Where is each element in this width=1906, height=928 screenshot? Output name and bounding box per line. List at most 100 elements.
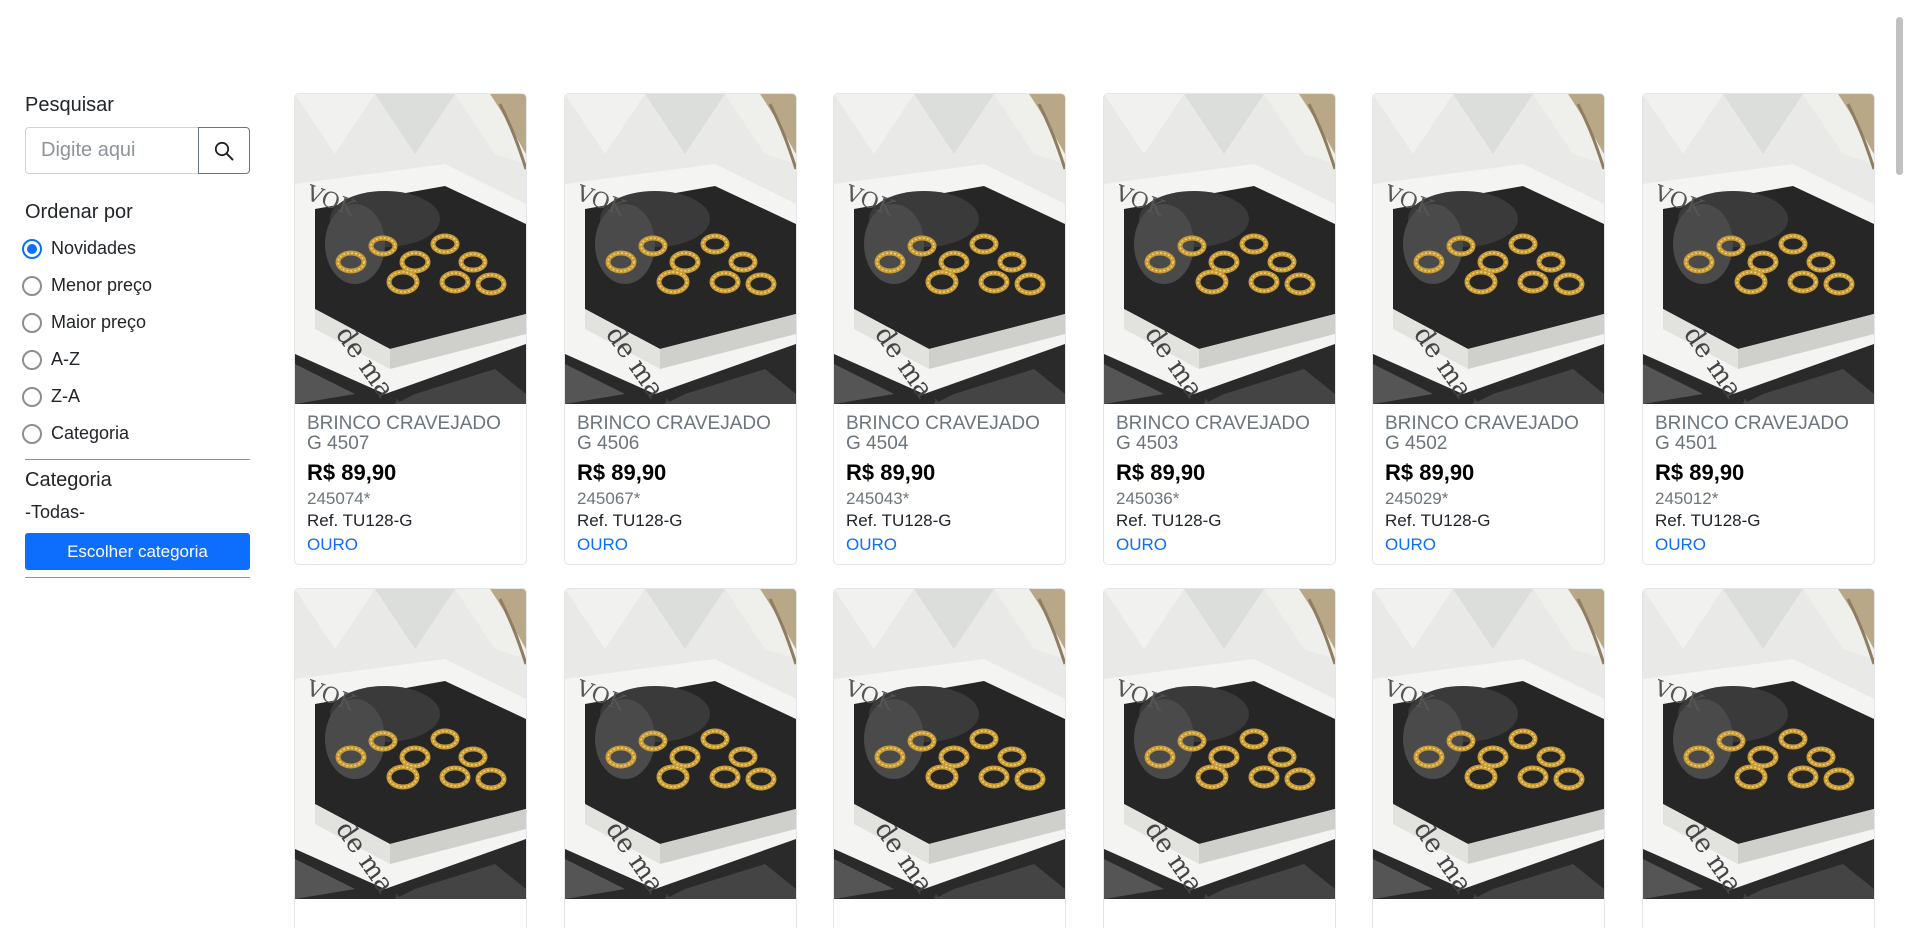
product-material-link[interactable]: OURO	[1116, 532, 1323, 558]
product-name: BRINCO CRAVEJADO G 4507	[307, 413, 501, 454]
product-image[interactable]: de ma vie VOK	[1104, 94, 1335, 404]
product-image[interactable]: de ma vie VOK	[1643, 94, 1874, 404]
product-card[interactable]: de ma vie VOK BRINCO CRAVEJADO G 4501 R$ …	[1642, 93, 1875, 565]
product-photo-icon: de ma vie VOK	[1373, 589, 1604, 899]
product-price: R$ 89,90	[1655, 460, 1745, 485]
search-button[interactable]	[198, 127, 250, 174]
order-options: Novidades Menor preço Maior preço A-Z Z-A Cat…	[22, 230, 250, 452]
product-photo-icon: de ma vie VOK	[295, 94, 526, 404]
product-price: R$ 89,90	[1385, 460, 1475, 485]
product-material-link[interactable]: OURO	[1655, 532, 1862, 558]
product-image[interactable]: de ma vie VOK	[565, 589, 796, 899]
product-info: BRINCO CRAVEJADO G 4507 R$ 89,90 245074* Re…	[295, 404, 526, 558]
product-material-link[interactable]: OURO	[577, 532, 784, 558]
category-title: Categoria	[25, 469, 112, 491]
product-info: BRINCO CRAVEJADO G 4502 R$ 89,90 245029* Re…	[1373, 404, 1604, 558]
product-card[interactable]: de ma vie VOK BRINCO CRAVEJADO G 4503 R$ …	[1103, 93, 1336, 565]
product-name: BRINCO CRAVEJADO G 4506	[577, 413, 771, 454]
product-info: BRINCO CRAVEJADO G 4503 R$ 89,90 245036* Re…	[1104, 404, 1335, 558]
radio-button[interactable]	[22, 423, 42, 444]
order-option-4[interactable]: Z-A	[22, 378, 250, 415]
order-option-label: Menor preço	[51, 275, 153, 295]
scrollbar-thumb[interactable]	[1896, 17, 1903, 175]
product-image[interactable]: de ma vie VOK	[1104, 589, 1335, 899]
search-group	[25, 127, 250, 174]
product-price: R$ 89,90	[846, 460, 936, 485]
product-card[interactable]: de ma vie VOK	[294, 588, 527, 928]
product-photo-icon: de ma vie VOK	[834, 94, 1065, 404]
product-photo-icon: de ma vie VOK	[1643, 94, 1874, 404]
search-icon	[214, 141, 234, 160]
product-name: BRINCO CRAVEJADO G 4503	[1116, 413, 1310, 454]
search-title: Pesquisar	[25, 94, 114, 116]
product-card[interactable]: de ma vie VOK	[1372, 588, 1605, 928]
order-option-2[interactable]: Maior preço	[22, 304, 250, 341]
product-image[interactable]: de ma vie VOK	[834, 94, 1065, 404]
product-material-link[interactable]: OURO	[846, 532, 1053, 558]
search-input[interactable]	[25, 127, 198, 174]
product-card[interactable]: de ma vie VOK BRINCO CRAVEJADO G 4502 R$ …	[1372, 93, 1605, 565]
product-info: BRINCO CRAVEJADO G 4504 R$ 89,90 245043* Re…	[834, 404, 1065, 558]
product-ref: Ref. TU128-G	[1385, 511, 1491, 530]
product-name: BRINCO CRAVEJADO G 4501	[1655, 413, 1849, 454]
product-info: BRINCO CRAVEJADO G 4501 R$ 89,90 245012* Re…	[1643, 404, 1874, 558]
product-image[interactable]: de ma vie VOK	[295, 94, 526, 404]
product-code: 245067*	[577, 489, 641, 508]
order-option-label: Novidades	[51, 238, 137, 258]
product-code: 245036*	[1116, 489, 1180, 508]
radio-button[interactable]	[22, 386, 42, 407]
product-ref: Ref. TU128-G	[1655, 511, 1761, 530]
product-code: 245074*	[307, 489, 371, 508]
order-option-0[interactable]: Novidades	[22, 230, 250, 267]
product-name: BRINCO CRAVEJADO G 4502	[1385, 413, 1579, 454]
product-image[interactable]: de ma vie VOK	[834, 589, 1065, 899]
radio-button[interactable]	[22, 312, 42, 333]
product-image[interactable]: de ma vie VOK	[1373, 589, 1604, 899]
product-image[interactable]: de ma vie VOK	[1643, 589, 1874, 899]
product-price: R$ 89,90	[307, 460, 397, 485]
product-photo-icon: de ma vie VOK	[565, 94, 796, 404]
divider	[25, 459, 250, 460]
order-option-label: Categoria	[51, 423, 130, 443]
product-card[interactable]: de ma vie VOK	[1103, 588, 1336, 928]
product-material-link[interactable]: OURO	[307, 532, 514, 558]
product-photo-icon: de ma vie VOK	[295, 589, 526, 899]
product-price: R$ 89,90	[577, 460, 667, 485]
order-option-1[interactable]: Menor preço	[22, 267, 250, 304]
product-image[interactable]: de ma vie VOK	[565, 94, 796, 404]
product-ref: Ref. TU128-G	[846, 511, 952, 530]
product-photo-icon: de ma vie VOK	[1104, 94, 1335, 404]
order-title: Ordenar por	[25, 201, 133, 223]
radio-button[interactable]	[22, 238, 42, 259]
product-material-link[interactable]: OURO	[1385, 532, 1592, 558]
radio-button[interactable]	[22, 349, 42, 370]
product-ref: Ref. TU128-G	[1116, 511, 1222, 530]
product-code: 245029*	[1385, 489, 1449, 508]
product-price: R$ 89,90	[1116, 460, 1206, 485]
product-card[interactable]: de ma vie VOK BRINCO CRAVEJADO G 4504 R$ …	[833, 93, 1066, 565]
product-card[interactable]: de ma vie VOK	[1642, 588, 1875, 928]
product-card[interactable]: de ma vie VOK BRINCO CRAVEJADO G 4507 R$ …	[294, 93, 527, 565]
product-code: 245043*	[846, 489, 910, 508]
product-photo-icon: de ma vie VOK	[565, 589, 796, 899]
product-image[interactable]: de ma vie VOK	[1373, 94, 1604, 404]
radio-button[interactable]	[22, 275, 42, 296]
product-image[interactable]: de ma vie VOK	[295, 589, 526, 899]
category-value: -Todas-	[25, 502, 86, 522]
order-option-label: A-Z	[51, 349, 80, 369]
product-card[interactable]: de ma vie VOK BRINCO CRAVEJADO G 4506 R$ …	[564, 93, 797, 565]
product-photo-icon: de ma vie VOK	[834, 589, 1065, 899]
divider	[25, 577, 250, 578]
product-card[interactable]: de ma vie VOK	[833, 588, 1066, 928]
choose-category-button[interactable]: Escolher categoria	[25, 533, 250, 570]
order-option-5[interactable]: Categoria	[22, 415, 250, 452]
order-option-3[interactable]: A-Z	[22, 341, 250, 378]
product-card[interactable]: de ma vie VOK	[564, 588, 797, 928]
product-ref: Ref. TU128-G	[307, 511, 413, 530]
product-info: BRINCO CRAVEJADO G 4506 R$ 89,90 245067* Re…	[565, 404, 796, 558]
order-option-label: Z-A	[51, 386, 80, 406]
product-ref: Ref. TU128-G	[577, 511, 683, 530]
page-scrollbar[interactable]	[1892, 0, 1906, 907]
product-photo-icon: de ma vie VOK	[1373, 94, 1604, 404]
product-photo-icon: de ma vie VOK	[1643, 589, 1874, 899]
